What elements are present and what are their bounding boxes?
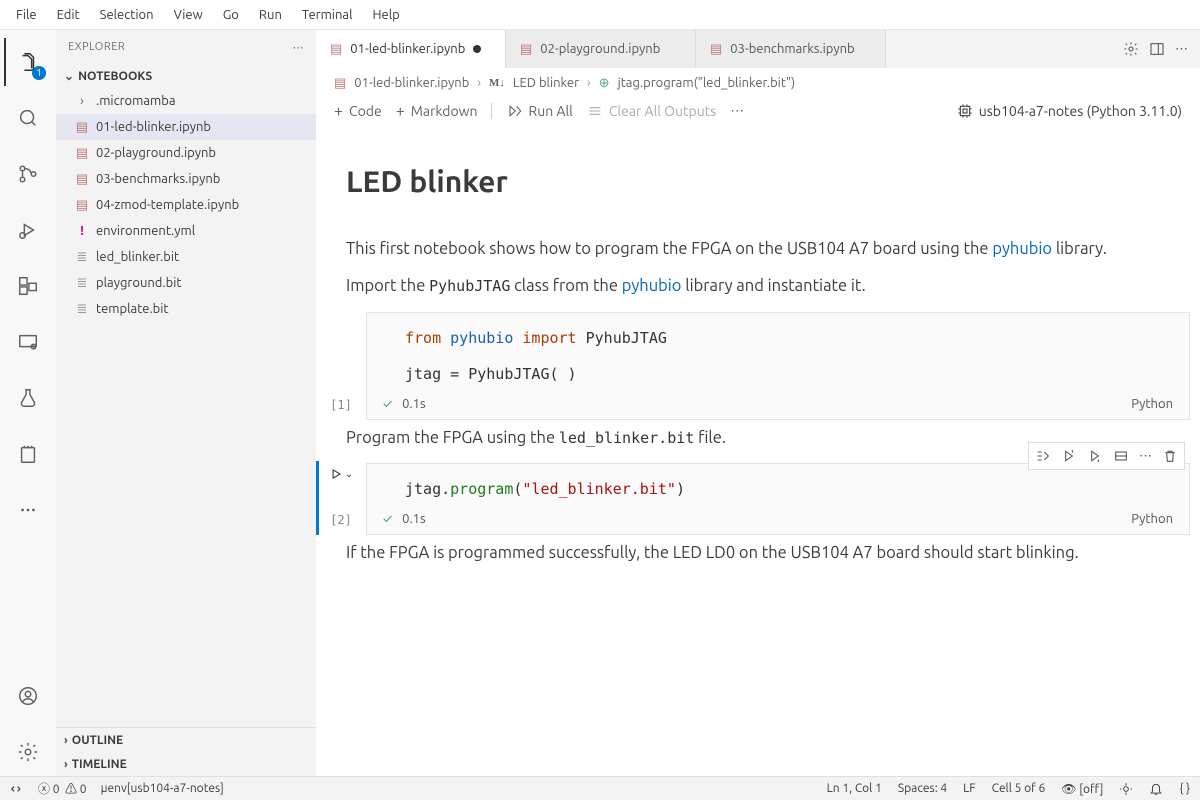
menu-edit[interactable]: Edit: [47, 4, 90, 26]
check-icon: ✓: [383, 512, 392, 526]
python-icon: ⊕: [599, 76, 610, 91]
markdown-icon: M↓: [489, 77, 505, 89]
outline-section[interactable]: ›OUTLINE: [56, 728, 316, 752]
menu-terminal[interactable]: Terminal: [292, 4, 363, 26]
cell-more-icon[interactable]: ⋯: [1139, 449, 1152, 464]
breadcrumb[interactable]: ▤ 01-led-blinker.ipynb › M↓ LED blinker …: [316, 68, 1200, 98]
tree-item[interactable]: ≣led_blinker.bit: [56, 244, 316, 270]
explorer-badge: 1: [32, 66, 46, 80]
sidebar-more-icon[interactable]: ⋯: [293, 41, 305, 54]
menu-view[interactable]: View: [164, 4, 213, 26]
tree-item[interactable]: ≣template.bit: [56, 296, 316, 322]
menu-run[interactable]: Run: [249, 4, 292, 26]
code-cell[interactable]: from pyhubio import PyhubJTAG jtag = Pyh…: [366, 312, 1190, 420]
menu-bar: FileEditSelectionViewGoRunTerminalHelp: [0, 0, 1200, 30]
notebook-body: LED blinker This first notebook shows ho…: [316, 128, 1200, 776]
clear-outputs-button[interactable]: Clear All Outputs: [587, 103, 716, 119]
tab-bar: ▤01-led-blinker.ipynb▤02-playground.ipyn…: [316, 30, 1200, 68]
problems-indicator[interactable]: ⓧ 0 ⚠ 0: [38, 780, 87, 797]
split-cell-icon[interactable]: [1113, 448, 1129, 464]
run-debug-icon[interactable]: [4, 206, 52, 254]
env-indicator[interactable]: µenv[usb104-a7-notes]: [101, 782, 224, 795]
tree-item[interactable]: ›.micromamba: [56, 88, 316, 114]
cell-indicator[interactable]: Cell 5 of 6: [992, 782, 1046, 795]
code-cell[interactable]: ⋯ jtag.program("led_blinker.bit") ✓0.1sP…: [366, 463, 1190, 535]
notepad-icon[interactable]: [4, 430, 52, 478]
timeline-section[interactable]: ›TIMELINE: [56, 752, 316, 776]
delete-cell-icon[interactable]: [1162, 448, 1178, 464]
notebook-title: LED blinker: [346, 158, 1170, 205]
remote-icon[interactable]: [4, 318, 52, 366]
tree-item[interactable]: ▤02-playground.ipynb: [56, 140, 316, 166]
cursor-position[interactable]: Ln 1, Col 1: [827, 782, 882, 795]
execute-below-icon[interactable]: [1087, 448, 1103, 464]
pyhubio-link[interactable]: pyhubio: [622, 277, 682, 295]
sidebar-title: EXPLORER: [68, 41, 125, 53]
cell-toolbar: ⋯: [1028, 442, 1185, 470]
tree-item[interactable]: !environment.yml: [56, 218, 316, 244]
menu-file[interactable]: File: [6, 4, 47, 26]
indent-indicator[interactable]: Spaces: 4: [898, 782, 947, 795]
tree-item[interactable]: ▤03-benchmarks.ipynb: [56, 166, 316, 192]
tree-item[interactable]: ▤04-zmod-template.ipynb: [56, 192, 316, 218]
search-icon[interactable]: [4, 94, 52, 142]
menu-help[interactable]: Help: [362, 4, 409, 26]
eol-indicator[interactable]: LF: [963, 782, 975, 795]
accounts-icon[interactable]: [4, 672, 52, 720]
layout-icon[interactable]: [1149, 41, 1165, 57]
editor-tab[interactable]: ▤03-benchmarks.ipynb: [696, 30, 886, 68]
activity-bar: 1: [0, 30, 56, 776]
tree-item[interactable]: ▤01-led-blinker.ipynb: [56, 114, 316, 140]
remote-indicator[interactable]: [10, 782, 24, 796]
exec-count: [2]: [330, 513, 352, 535]
run-all-button[interactable]: Run All: [506, 103, 572, 119]
add-markdown-button[interactable]: +Markdown: [396, 103, 478, 119]
exec-count: [1]: [330, 398, 352, 420]
wrap-indicator[interactable]: 👁 [off]: [1061, 782, 1103, 796]
source-control-icon[interactable]: [4, 150, 52, 198]
kernel-picker[interactable]: usb104-a7-notes (Python 3.11.0): [957, 103, 1182, 119]
tree-item[interactable]: ≣playground.bit: [56, 270, 316, 296]
editor-tab[interactable]: ▤02-playground.ipynb: [506, 30, 696, 68]
pyhubio-link[interactable]: pyhubio: [992, 240, 1052, 258]
jupyter-icon[interactable]: [1119, 782, 1133, 796]
gear-icon[interactable]: [1123, 41, 1139, 57]
dirty-indicator: [473, 45, 481, 53]
bell-icon[interactable]: [1149, 782, 1163, 796]
add-code-button[interactable]: +Code: [334, 103, 382, 119]
run-cell-button[interactable]: ⌄: [329, 467, 353, 481]
notebook-icon: ▤: [334, 76, 346, 91]
cell-language[interactable]: Python: [1131, 397, 1173, 411]
explorer-icon[interactable]: 1: [4, 38, 52, 86]
notebook-toolbar: +Code +Markdown Run All Clear All Output…: [316, 98, 1200, 128]
menu-go[interactable]: Go: [213, 4, 249, 26]
check-icon: ✓: [383, 397, 392, 411]
toolbar-more-icon[interactable]: ⋯: [730, 102, 744, 119]
more-icon[interactable]: [4, 486, 52, 534]
settings-gear-icon[interactable]: [4, 728, 52, 776]
explorer-sidebar: EXPLORER ⋯ ⌄ NOTEBOOKS ›.micromamba▤01-l…: [56, 30, 316, 776]
tab-more-icon[interactable]: ⋯: [1175, 42, 1188, 57]
status-bar: ⓧ 0 ⚠ 0 µenv[usb104-a7-notes] Ln 1, Col …: [0, 776, 1200, 800]
menu-selection[interactable]: Selection: [90, 4, 164, 26]
folder-section-header[interactable]: ⌄ NOTEBOOKS: [56, 64, 316, 88]
editor-tab[interactable]: ▤01-led-blinker.ipynb: [316, 30, 506, 68]
execute-above-icon[interactable]: [1061, 448, 1077, 464]
extensions-icon[interactable]: [4, 262, 52, 310]
testing-icon[interactable]: [4, 374, 52, 422]
chevron-down-icon: ⌄: [64, 69, 74, 83]
run-by-line-icon[interactable]: [1035, 448, 1051, 464]
cell-language[interactable]: Python: [1131, 512, 1173, 526]
braces-icon[interactable]: { }: [1179, 782, 1190, 795]
